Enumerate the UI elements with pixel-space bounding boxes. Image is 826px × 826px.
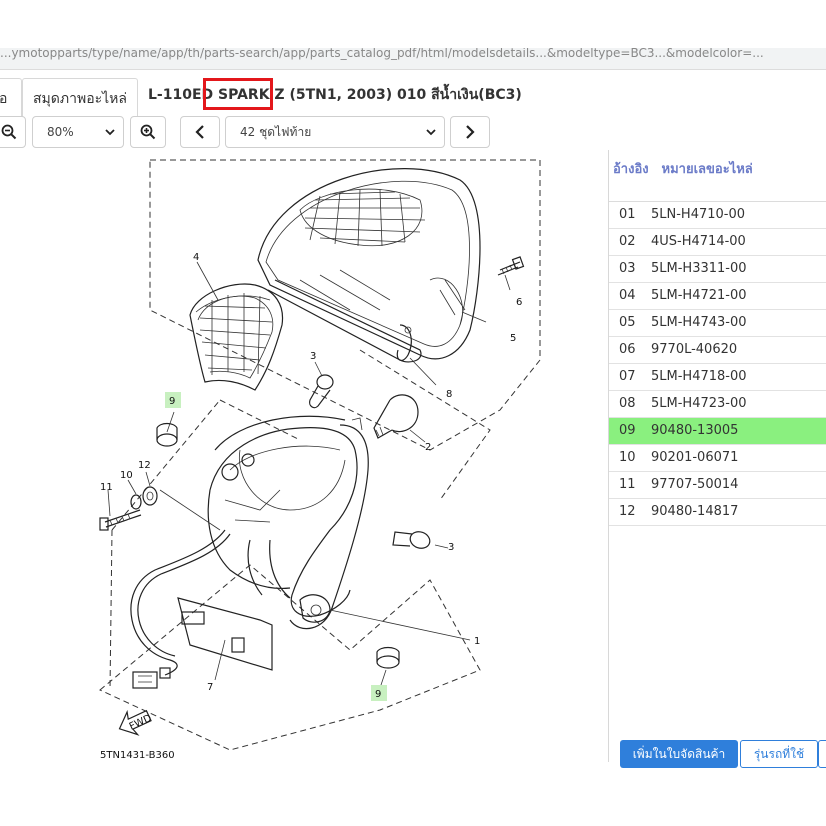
row-part-number: 9770L-40620 — [651, 342, 738, 357]
header-ref: อ้างอิง — [613, 162, 649, 177]
zoom-in-icon — [140, 124, 156, 140]
tab-parts-catalog[interactable]: สมุดภาพอะไหล่ — [22, 78, 138, 118]
screw-6 — [497, 256, 525, 276]
table-row[interactable]: 07 5LM-H4718-00 — [609, 364, 826, 391]
row-ref: 03 — [619, 261, 636, 276]
callout-8[interactable]: 8 — [446, 389, 452, 400]
row-part-number: 4US-H4714-00 — [651, 234, 746, 249]
row-ref: 07 — [619, 369, 636, 384]
model-highlight-box — [203, 78, 273, 110]
row-part-number: 90480-13005 — [651, 423, 739, 438]
dashed-outline-bracket — [99, 564, 481, 751]
next-page-button[interactable] — [450, 116, 490, 148]
grommet-9-top — [156, 422, 178, 447]
taillight-exploded-diagram: 4 5 6 3 8 2 3 1 7 9 9 10 11 12 FWD 5TN14… — [99, 159, 541, 761]
row-ref: 04 — [619, 288, 636, 303]
callout-3-lower[interactable]: 3 — [448, 542, 454, 553]
chevron-down-icon — [105, 129, 115, 136]
row-part-number: 5LM-H4721-00 — [651, 288, 747, 303]
diagram-code: 5TN1431-B360 — [100, 750, 175, 761]
table-row[interactable]: 11 97707-50014 — [609, 472, 826, 499]
address-bar[interactable]: ...ymotopparts/type/name/app/th/parts-se… — [0, 48, 826, 70]
row-ref: 11 — [619, 477, 636, 492]
row-part-number: 90480-14817 — [651, 504, 739, 519]
callout-1[interactable]: 1 — [474, 636, 480, 647]
parts-table-header: อ้างอิง หมายเลขอะไหล่ — [609, 150, 826, 202]
header-part-number: หมายเลขอะไหล่ — [661, 162, 753, 177]
leader-lines — [107, 261, 511, 689]
tab-partial[interactable]: อ — [0, 78, 22, 118]
page-select[interactable]: 42 ชุดไฟท้าย — [225, 116, 445, 148]
bulb-3-lower — [392, 531, 431, 549]
zoom-in-button[interactable] — [130, 116, 166, 148]
row-part-number: 5LM-H4718-00 — [651, 369, 747, 384]
table-row[interactable]: 06 9770L-40620 — [609, 337, 826, 364]
callout-7[interactable]: 7 — [207, 682, 213, 693]
table-row[interactable]: 04 5LM-H4721-00 — [609, 283, 826, 310]
rear-lens — [257, 168, 481, 363]
row-part-number: 5LN-H4710-00 — [651, 207, 746, 222]
prev-page-button[interactable] — [180, 116, 220, 148]
table-row[interactable]: 05 5LM-H4743-00 — [609, 310, 826, 337]
grommet-9-bottom — [376, 646, 400, 669]
table-row[interactable]: 02 4US-H4714-00 — [609, 229, 826, 256]
fwd-label: FWD — [128, 713, 154, 733]
dashed-outline-lens — [149, 159, 541, 451]
address-url: ...ymotopparts/type/name/app/th/parts-se… — [0, 48, 764, 60]
page-select-value: 42 ชุดไฟท้าย — [240, 124, 312, 139]
table-row[interactable]: 03 5LM-H3311-00 — [609, 256, 826, 283]
zoom-select[interactable]: 80% — [32, 116, 124, 148]
zoom-out-button[interactable] — [0, 116, 26, 148]
callout-11[interactable]: 11 — [100, 482, 113, 493]
chevron-down-icon — [426, 129, 436, 136]
callout-10[interactable]: 10 — [120, 470, 133, 481]
table-row[interactable]: 09 90480-13005 — [609, 418, 826, 445]
table-row[interactable]: 10 90201-06071 — [609, 445, 826, 472]
table-row[interactable]: 08 5LM-H4723-00 — [609, 391, 826, 418]
row-ref: 12 — [619, 504, 636, 519]
row-part-number: 90201-06071 — [651, 450, 739, 465]
row-part-number: 5LM-H4723-00 — [651, 396, 747, 411]
callout-9-bottom[interactable]: 9 — [375, 689, 381, 700]
row-ref: 08 — [619, 396, 636, 411]
table-row[interactable]: 12 90480-14817 — [609, 499, 826, 526]
callout-12[interactable]: 12 — [138, 460, 151, 471]
action-buttons: เพิ่มในใบจัดสินค้า รุ่นรถที่ใช้ — [610, 740, 826, 768]
parts-list-panel: อ้างอิง หมายเลขอะไหล่ 01 5LN-H4710-00 02 4U… — [609, 150, 826, 762]
chevron-right-icon — [466, 125, 475, 139]
callout-3-top[interactable]: 3 — [310, 351, 316, 362]
chevron-left-icon — [195, 125, 204, 139]
callout-9-top[interactable]: 9 — [169, 396, 175, 407]
callout-4[interactable]: 4 — [193, 252, 199, 263]
callout-6[interactable]: 6 — [516, 297, 522, 308]
row-ref: 01 — [619, 207, 636, 222]
add-to-cart-button[interactable]: เพิ่มในใบจัดสินค้า — [620, 740, 738, 768]
inner-lens — [189, 283, 284, 391]
title-suffix: (5TN1, 2003) 010 สีน้ำเงิน(BC3) — [284, 87, 522, 103]
fwd-arrow: FWD — [118, 709, 154, 736]
row-part-number: 5LM-H3311-00 — [651, 261, 747, 276]
row-part-number: 97707-50014 — [651, 477, 739, 492]
row-part-number: 5LM-H4743-00 — [651, 315, 747, 330]
row-ref: 10 — [619, 450, 636, 465]
callout-2[interactable]: 2 — [425, 442, 431, 453]
callout-5[interactable]: 5 — [510, 333, 516, 344]
row-ref: 06 — [619, 342, 636, 357]
wire-harness — [130, 529, 291, 689]
table-row[interactable]: 01 5LN-H4710-00 — [609, 202, 826, 229]
zoom-out-icon — [1, 124, 17, 140]
row-ref: 02 — [619, 234, 636, 249]
parts-table-body: 01 5LN-H4710-00 02 4US-H4714-00 03 5LM-H3311-… — [609, 202, 826, 526]
extra-button[interactable] — [818, 740, 826, 768]
row-ref: 05 — [619, 315, 636, 330]
diagram-toolbar: 80% 42 ชุดไฟท้าย — [0, 116, 610, 148]
row-ref: 09 — [619, 423, 636, 438]
callout-numbers: 4 5 6 3 8 2 3 1 7 9 9 10 11 12 — [100, 252, 522, 701]
parts-diagram[interactable]: 4 5 6 3 8 2 3 1 7 9 9 10 11 12 FWD 5TN14… — [0, 150, 608, 762]
zoom-value: 80% — [47, 125, 74, 139]
models-used-button[interactable]: รุ่นรถที่ใช้ — [740, 740, 818, 768]
